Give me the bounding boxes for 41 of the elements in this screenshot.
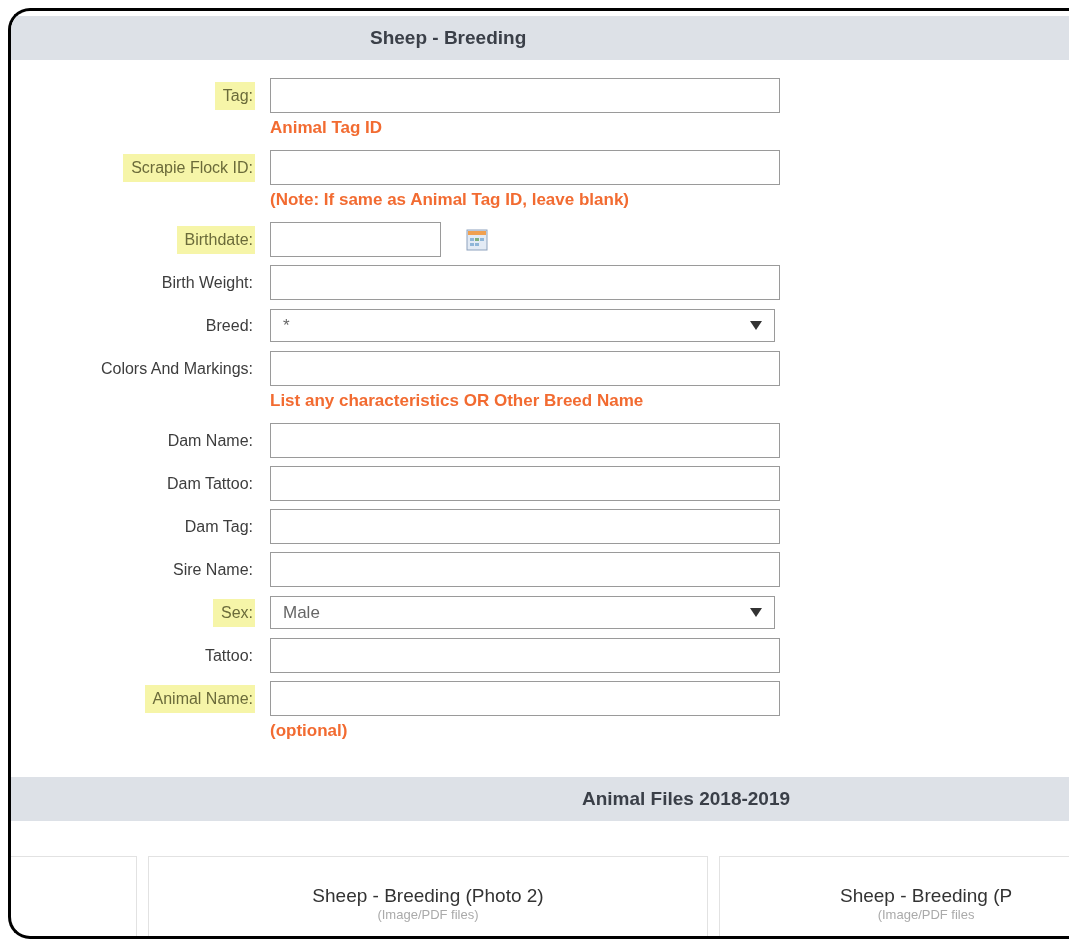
field-hint: List any characteristics OR Other Breed Name (270, 390, 644, 412)
file-card[interactable]: Sheep - Breeding (P (Image/PDF files (719, 856, 1069, 936)
field-label: Dam Tattoo: (166, 473, 254, 494)
file-card[interactable]: Sheep - Breeding (Photo 2) (Image/PDF files) (148, 856, 708, 936)
field-hint: Animal Tag ID (270, 117, 383, 139)
input-field[interactable] (270, 78, 780, 113)
field-label: Birth Weight: (160, 272, 254, 293)
field-label: Dam Name: (166, 430, 254, 451)
input-field[interactable] (270, 150, 780, 185)
input-field[interactable] (270, 638, 780, 673)
input-field[interactable] (270, 509, 780, 544)
file-type-note: (Image/PDF files) (377, 907, 479, 922)
section-title: Sheep - Breeding (370, 26, 527, 50)
input-field[interactable] (270, 351, 780, 386)
field-label: Birthdate: (176, 225, 255, 254)
input-field[interactable] (270, 681, 780, 716)
field-label: Colors And Markings: (99, 358, 254, 379)
field-label: Sire Name: (171, 559, 254, 580)
field-hint: (Note: If same as Animal Tag ID, leave blank) (270, 189, 629, 211)
input-field[interactable] (270, 265, 780, 300)
dropdown-caret-icon (750, 321, 762, 330)
field-label: Tag: (214, 81, 255, 110)
file-card-title: Sheep - Breeding (P (840, 885, 1013, 907)
file-type-note: (Image/PDF files (877, 907, 975, 922)
field-label: Breed: (204, 315, 254, 336)
select-field[interactable]: Male (270, 596, 775, 629)
section-title: Animal Files 2018-2019 (582, 787, 791, 811)
field-label: Tattoo: (203, 645, 254, 666)
field-label: Scrapie Flock ID: (123, 153, 255, 182)
field-hint: (optional) (270, 720, 348, 742)
select-field[interactable]: * (270, 309, 775, 342)
field-label: Sex: (213, 598, 255, 627)
dropdown-caret-icon (750, 608, 762, 617)
field-label: Dam Tag: (183, 516, 254, 537)
field-label: Animal Name: (144, 684, 255, 713)
input-field[interactable] (270, 423, 780, 458)
input-field[interactable] (270, 552, 780, 587)
calendar-icon[interactable] (466, 228, 488, 251)
file-card-title: Sheep - Breeding (Photo 2) (312, 885, 544, 907)
date-field[interactable] (270, 222, 441, 257)
input-field[interactable] (270, 466, 780, 501)
